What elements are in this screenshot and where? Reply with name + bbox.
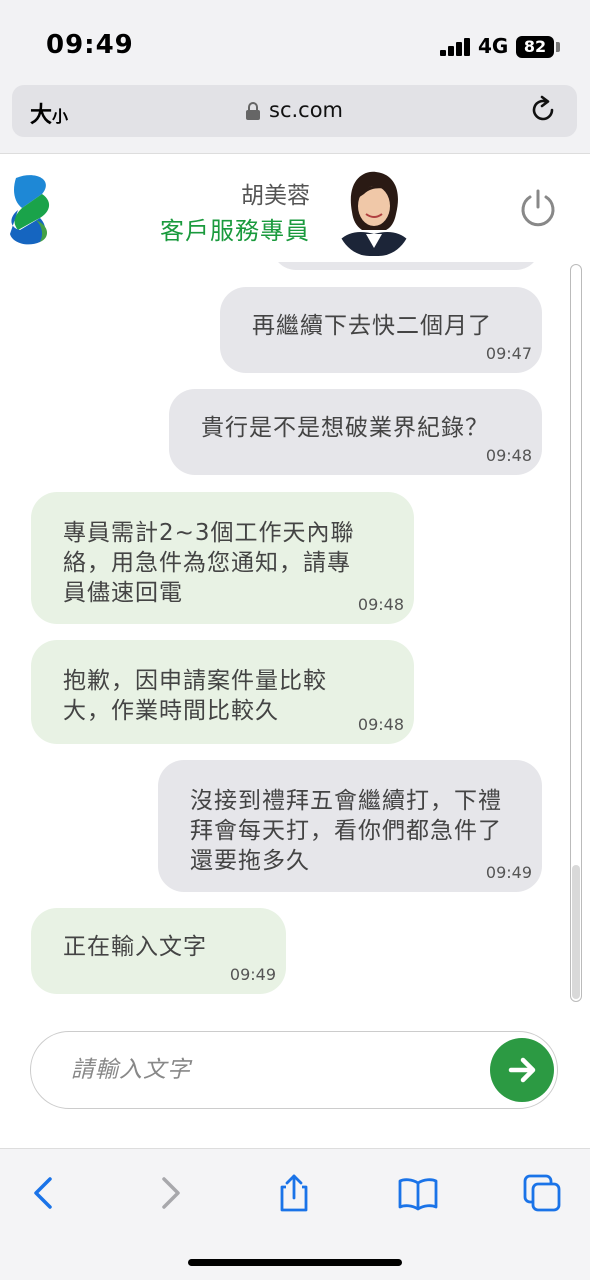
battery-icon: 82 — [516, 36, 554, 58]
send-button[interactable] — [490, 1038, 554, 1102]
message-bubble: 抱歉，因申請案件量比較大，作業時間比較久 09:48 — [31, 640, 414, 744]
message-input[interactable] — [71, 1050, 471, 1090]
typing-indicator-bubble: 正在輸入文字 09:49 — [31, 908, 286, 994]
composer[interactable] — [30, 1031, 558, 1109]
message-time: 09:47 — [485, 344, 532, 363]
cellular-signal-icon — [440, 38, 472, 56]
address-bar[interactable]: 大小 sc.com — [12, 85, 577, 137]
message-bubble: 專員需計2~3個工作天內聯絡，用急件為您通知，請專員儘速回電 09:48 — [31, 492, 414, 624]
reload-icon[interactable] — [528, 95, 558, 125]
message-text: 沒接到禮拜五會繼續打，下禮拜會每天打，看你們都急件了還要拖多久 — [190, 788, 502, 874]
message-bubble: 再繼續下去快二個月了 09:47 — [220, 287, 542, 373]
status-bar: 09:49 4G 82 — [0, 0, 590, 80]
message-time: 09:49 — [485, 863, 532, 882]
partial-message-bubble — [272, 262, 540, 270]
text-size-small-label: 小 — [52, 107, 69, 126]
back-icon[interactable] — [24, 1173, 64, 1213]
message-time: 09:49 — [229, 965, 276, 984]
text-size-big-label: 大 — [30, 103, 53, 128]
status-time: 09:49 — [46, 30, 134, 60]
agent-role: 客戶服務專員 — [160, 217, 310, 245]
url-domain[interactable]: sc.com — [269, 98, 343, 122]
power-icon[interactable] — [518, 188, 558, 228]
home-indicator — [188, 1259, 402, 1266]
battery-tip — [556, 42, 560, 52]
message-text: 貴行是不是想破業界紀錄？ — [201, 415, 489, 441]
agent-avatar — [336, 168, 412, 256]
message-bubble: 沒接到禮拜五會繼續打，下禮拜會每天打，看你們都急件了還要拖多久 09:49 — [158, 760, 542, 892]
chat-scrollbar[interactable] — [570, 264, 582, 1002]
tabs-icon[interactable] — [522, 1173, 562, 1213]
message-text: 抱歉，因申請案件量比較大，作業時間比較久 — [63, 668, 327, 724]
message-text: 正在輸入文字 — [63, 934, 207, 960]
send-arrow-icon — [508, 1057, 536, 1083]
message-text: 再繼續下去快二個月了 — [252, 313, 492, 339]
agent-name: 胡美蓉 — [241, 183, 310, 209]
message-text: 專員需計2~3個工作天內聯絡，用急件為您通知，請專員儘速回電 — [63, 520, 355, 606]
message-time: 09:48 — [485, 446, 532, 465]
message-time: 09:48 — [357, 715, 404, 734]
text-size-button[interactable]: 大小 — [30, 97, 68, 129]
standard-chartered-logo — [10, 175, 50, 245]
bookmarks-icon[interactable] — [398, 1173, 438, 1213]
scrollbar-thumb[interactable] — [572, 865, 580, 999]
chat-app: 胡美蓉 客戶服務專員 再繼續下去快二個月了 09:47 貴行是不是想破業界紀錄？… — [0, 153, 590, 1148]
lock-icon — [246, 102, 260, 120]
message-time: 09:48 — [357, 595, 404, 614]
message-list[interactable]: 再繼續下去快二個月了 09:47 貴行是不是想破業界紀錄？ 09:48 專員需計… — [0, 262, 590, 1014]
share-icon[interactable] — [274, 1173, 314, 1213]
message-bubble: 貴行是不是想破業界紀錄？ 09:48 — [169, 389, 542, 475]
forward-icon[interactable] — [150, 1173, 190, 1213]
network-type: 4G — [478, 34, 509, 58]
